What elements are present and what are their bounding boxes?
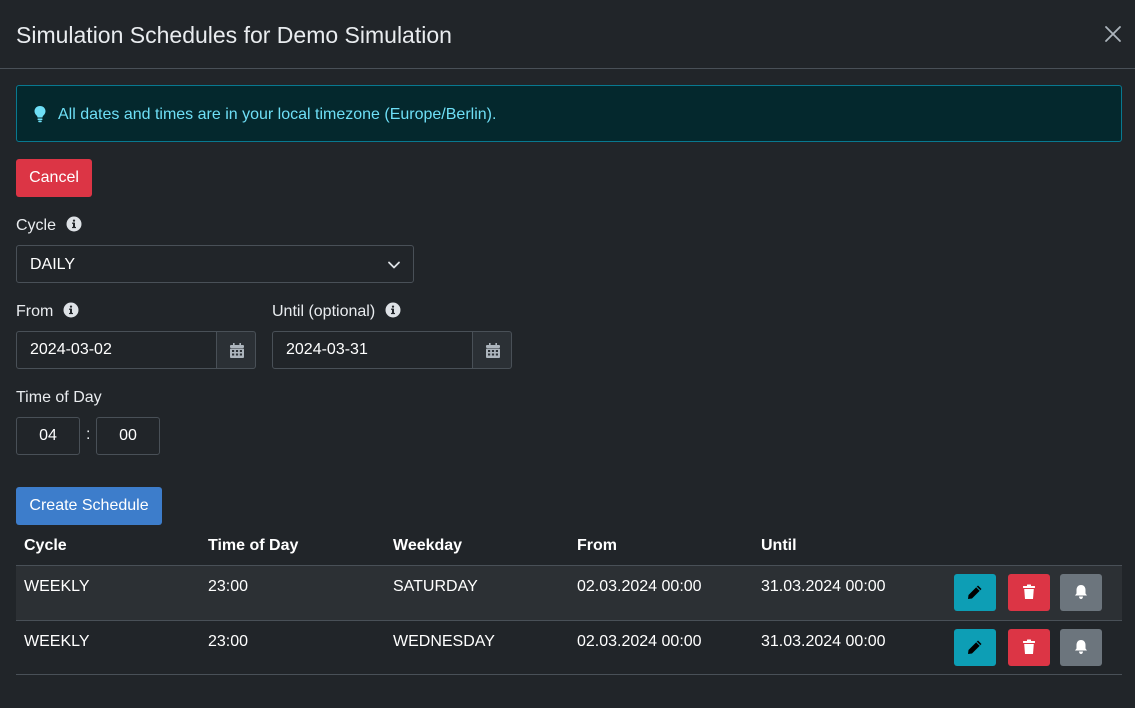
calendar-icon bbox=[486, 343, 500, 358]
from-date-group bbox=[16, 331, 256, 369]
cell-from: 02.03.2024 00:00 bbox=[577, 633, 702, 650]
table-row: WEEKLY 23:00 WEDNESDAY 02.03.2024 00:00 … bbox=[16, 620, 1122, 675]
close-icon[interactable] bbox=[1103, 24, 1123, 44]
cell-weekday: WEDNESDAY bbox=[393, 633, 495, 650]
table-row: WEEKLY 23:00 SATURDAY 02.03.2024 00:00 3… bbox=[16, 565, 1122, 620]
cell-cycle: WEEKLY bbox=[24, 633, 90, 650]
delete-button[interactable] bbox=[1008, 629, 1050, 666]
create-schedule-button[interactable]: Create Schedule bbox=[16, 487, 162, 525]
until-label-group: Until (optional) bbox=[272, 302, 401, 322]
column-header-cycle: Cycle bbox=[24, 537, 67, 554]
until-date-input[interactable] bbox=[272, 331, 473, 369]
pencil-icon bbox=[968, 585, 982, 599]
cycle-label-group: Cycle bbox=[16, 216, 82, 236]
info-circle-icon[interactable] bbox=[66, 216, 82, 232]
trash-icon bbox=[1023, 639, 1035, 654]
cell-cycle: WEEKLY bbox=[24, 578, 90, 595]
column-header-until: Until bbox=[761, 537, 797, 554]
column-header-from: From bbox=[577, 537, 617, 554]
column-header-weekday: Weekday bbox=[393, 537, 463, 554]
time-separator: : bbox=[86, 426, 91, 443]
minute-input[interactable] bbox=[96, 417, 160, 455]
from-calendar-button[interactable] bbox=[216, 331, 256, 369]
notify-button[interactable] bbox=[1060, 574, 1102, 611]
cell-until: 31.03.2024 00:00 bbox=[761, 578, 886, 595]
pencil-icon bbox=[968, 640, 982, 654]
modal-header: Simulation Schedules for Demo Simulation bbox=[0, 0, 1135, 69]
cycle-select-value: DAILY bbox=[30, 256, 76, 273]
trash-icon bbox=[1023, 584, 1035, 599]
bell-icon bbox=[1075, 640, 1087, 654]
modal-title: Simulation Schedules for Demo Simulation bbox=[16, 22, 452, 48]
cell-time: 23:00 bbox=[208, 633, 249, 650]
hour-input[interactable] bbox=[16, 417, 80, 455]
until-label: Until (optional) bbox=[272, 303, 376, 320]
cell-until: 31.03.2024 00:00 bbox=[761, 633, 886, 650]
time-label: Time of Day bbox=[16, 389, 102, 406]
calendar-icon bbox=[230, 343, 244, 358]
column-header-time: Time of Day bbox=[208, 537, 299, 554]
cycle-label: Cycle bbox=[16, 217, 57, 234]
cell-time: 23:00 bbox=[208, 578, 249, 595]
info-circle-icon[interactable] bbox=[385, 302, 401, 318]
lightbulb-icon bbox=[33, 105, 47, 123]
from-label-group: From bbox=[16, 302, 79, 322]
delete-button[interactable] bbox=[1008, 574, 1050, 611]
bell-icon bbox=[1075, 585, 1087, 599]
info-circle-icon[interactable] bbox=[63, 302, 79, 318]
schedules-modal: Simulation Schedules for Demo Simulation… bbox=[0, 0, 1135, 708]
edit-button[interactable] bbox=[954, 574, 996, 611]
cancel-button[interactable]: Cancel bbox=[16, 159, 92, 197]
until-calendar-button[interactable] bbox=[472, 331, 512, 369]
cell-weekday: SATURDAY bbox=[393, 578, 478, 595]
cycle-select[interactable]: DAILY bbox=[16, 245, 414, 283]
from-label: From bbox=[16, 303, 54, 320]
notify-button[interactable] bbox=[1060, 629, 1102, 666]
alert-text: All dates and times are in your local ti… bbox=[58, 106, 497, 123]
cell-from: 02.03.2024 00:00 bbox=[577, 578, 702, 595]
edit-button[interactable] bbox=[954, 629, 996, 666]
timezone-alert: All dates and times are in your local ti… bbox=[16, 85, 1122, 142]
chevron-down-icon bbox=[387, 258, 401, 272]
from-date-input[interactable] bbox=[16, 331, 217, 369]
until-date-group bbox=[272, 331, 512, 369]
